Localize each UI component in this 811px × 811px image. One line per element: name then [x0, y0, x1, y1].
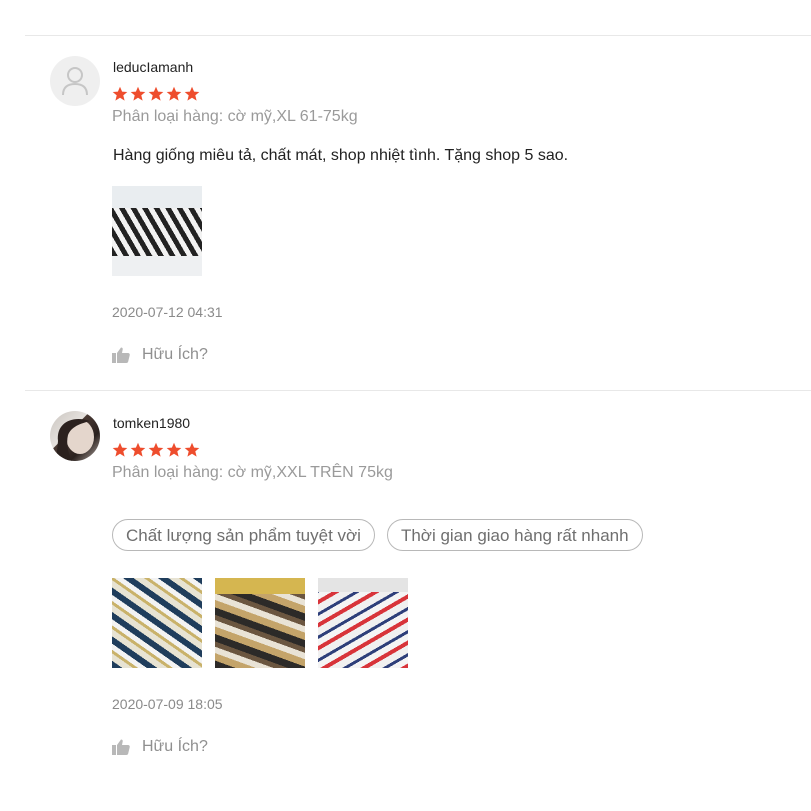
star-icon	[184, 442, 200, 457]
review-tag: Chất lượng sản phẩm tuyệt vời	[112, 519, 375, 551]
review-photo-thumbnail[interactable]	[112, 186, 202, 276]
review-date: 2020-07-09 18:05	[112, 696, 223, 712]
star-icon	[112, 442, 128, 457]
thumbs-up-icon	[112, 347, 130, 363]
star-icon	[166, 442, 182, 457]
review-photos	[112, 578, 408, 668]
default-user-icon	[62, 67, 88, 96]
star-rating	[112, 86, 200, 102]
star-icon	[166, 86, 182, 101]
review-divider	[25, 35, 811, 36]
reviewer-username[interactable]: tomken1980	[113, 415, 190, 431]
review-comment: Hàng giống miêu tả, chất mát, shop nhiệt…	[113, 147, 569, 164]
helpful-button[interactable]: Hữu Ích?	[112, 738, 208, 756]
review-divider	[25, 390, 811, 391]
product-variation: Phân loại hàng: cờ mỹ,XXL TRÊN 75kg	[112, 464, 393, 481]
star-icon	[148, 86, 164, 101]
helpful-label: Hữu Ích?	[142, 738, 208, 755]
review-tag: Thời gian giao hàng rất nhanh	[386, 519, 643, 551]
star-icon	[184, 86, 200, 101]
user-photo	[56, 419, 94, 461]
review-date: 2020-07-12 04:31	[112, 304, 223, 320]
star-icon	[112, 86, 128, 101]
review-photo-thumbnail[interactable]	[112, 578, 202, 668]
thumbs-up-icon	[112, 739, 130, 755]
product-variation: Phân loại hàng: cờ mỹ,XL 61-75kg	[112, 108, 358, 125]
star-rating	[112, 442, 200, 458]
review-photo-thumbnail[interactable]	[215, 578, 305, 668]
helpful-label: Hữu Ích?	[142, 346, 208, 363]
reviewer-username[interactable]: leducIamanh	[113, 59, 193, 75]
star-icon	[130, 86, 146, 101]
review-photo-thumbnail[interactable]	[318, 578, 408, 668]
avatar[interactable]	[50, 56, 100, 106]
star-icon	[130, 442, 146, 457]
review-photos	[112, 186, 202, 276]
helpful-button[interactable]: Hữu Ích?	[112, 346, 208, 364]
star-icon	[148, 442, 164, 457]
avatar[interactable]	[50, 411, 100, 461]
review-tags: Chất lượng sản phẩm tuyệt vời Thời gian …	[112, 519, 643, 551]
